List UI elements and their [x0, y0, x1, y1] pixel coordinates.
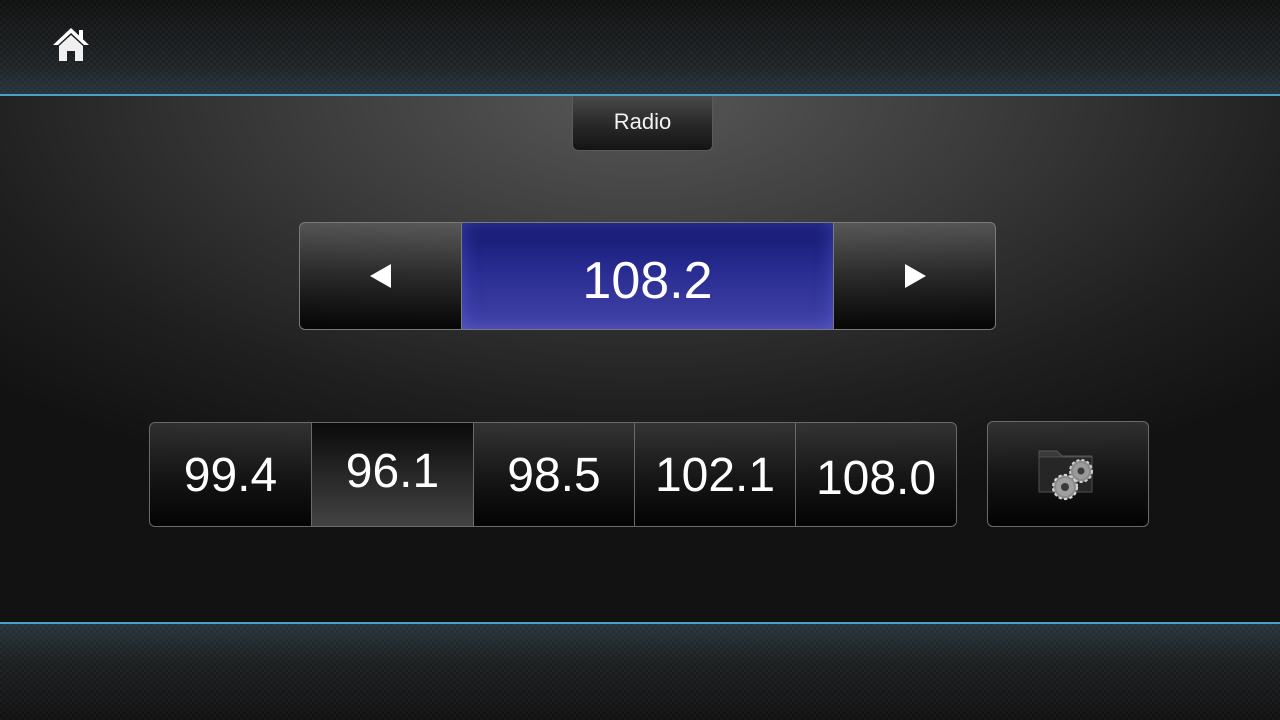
preset-button[interactable]: 99.4	[150, 423, 312, 526]
main-area: Radio 108.2 99.4 96.1 98.5 102.1 108.0	[0, 96, 1280, 622]
preset-label: 98.5	[507, 449, 601, 502]
home-icon	[53, 28, 89, 61]
preset-label: 96.1	[345, 445, 440, 498]
bottom-bar	[0, 622, 1280, 720]
preset-bar: 99.4 96.1 98.5 102.1 108.0	[149, 422, 957, 527]
preset-label: 108.0	[815, 452, 937, 505]
frequency-value: 108.2	[582, 252, 713, 310]
tune-down-button[interactable]	[299, 222, 462, 330]
folder-gears-icon	[1038, 450, 1093, 501]
preset-label: 102.1	[654, 449, 776, 502]
bottom-bar-shade	[0, 624, 1280, 720]
preset-label: 99.4	[183, 449, 278, 502]
radio-settings-button[interactable]	[987, 421, 1149, 527]
preset-button[interactable]: 102.1	[635, 423, 796, 526]
radio-tab-label: Radio	[613, 109, 672, 134]
triangle-left-icon	[369, 264, 391, 288]
triangle-right-icon	[904, 264, 926, 288]
radio-tab[interactable]: Radio	[572, 96, 713, 151]
top-bar	[0, 0, 1280, 96]
preset-button-active[interactable]: 96.1	[312, 423, 474, 526]
home-button[interactable]	[50, 24, 92, 64]
frequency-display: 108.2	[462, 222, 833, 330]
tune-up-button[interactable]	[833, 222, 996, 330]
tuner: 108.2	[299, 222, 996, 330]
preset-button[interactable]: 98.5	[474, 423, 635, 526]
preset-button[interactable]: 108.0	[796, 423, 956, 526]
top-bar-shade	[0, 0, 1280, 94]
